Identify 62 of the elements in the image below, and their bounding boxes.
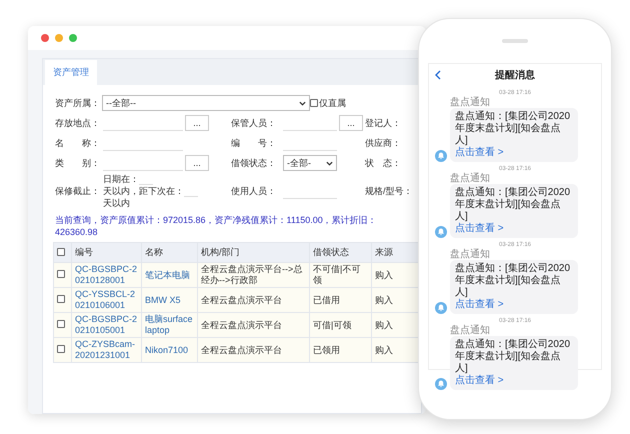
field-label: 资产所属： <box>55 96 100 110</box>
field-label: 登记人： <box>365 116 402 130</box>
message-text: 盘点通知：[集团公司2020年度末盘计划][知会盘点人] <box>455 187 572 222</box>
field-label: 规格/型号： <box>365 184 414 198</box>
field-label: 日期在： <box>103 173 139 185</box>
field-label: 保管人员： <box>231 116 277 130</box>
checkbox[interactable] <box>57 320 65 328</box>
sender-name: 盘点通知 <box>450 249 491 260</box>
table-link[interactable]: QC-ZYSBcam-20201231001 <box>72 338 142 362</box>
field-label: 借领状态： <box>231 156 277 170</box>
field-label: 类 别： <box>55 156 101 170</box>
checkbox[interactable] <box>57 270 65 278</box>
minimize-dot-icon[interactable] <box>55 34 63 42</box>
summary-text: 当前查询，资产原值累计：972015.86，资产净残值累计：11150.00，累计折旧：426360.98 <box>54 214 378 239</box>
field-label: 保修截止： <box>55 184 101 198</box>
column-header: 机构/部门 <box>198 242 310 262</box>
table-cell: 全程云盘点演示平台 <box>198 338 310 362</box>
bell-avatar-icon <box>435 150 447 162</box>
checkbox[interactable] <box>57 344 65 352</box>
view-link[interactable]: 点击查看 > <box>455 147 573 159</box>
message-text: 盘点通知：[集团公司2020年度末盘计划][知会盘点人] <box>455 339 572 374</box>
browse-button[interactable]: ... <box>185 115 209 131</box>
table-link[interactable]: Nikon7100 <box>142 338 198 362</box>
close-dot-icon[interactable] <box>41 34 49 42</box>
select-field[interactable]: -全部- <box>283 155 337 171</box>
field-label: 天以内，距下次在： <box>103 185 184 197</box>
view-link[interactable]: 点击查看 > <box>455 299 573 311</box>
column-header: 借领状态 <box>310 242 372 262</box>
select-field[interactable]: --全部-- <box>102 95 310 111</box>
sender-name: 盘点通知 <box>450 97 491 108</box>
back-icon[interactable] <box>435 70 441 80</box>
bell-avatar-icon <box>435 378 447 390</box>
message-text: 盘点通知：[集团公司2020年度末盘计划][知会盘点人] <box>455 263 572 298</box>
field-label: 存放地点： <box>55 116 101 130</box>
sender-name: 盘点通知 <box>450 325 491 336</box>
screen-title: 提醒消息 <box>494 68 536 82</box>
checkbox[interactable] <box>310 99 318 107</box>
bell-avatar-icon <box>435 302 447 314</box>
field-label: 使用人员： <box>231 184 277 198</box>
browse-button[interactable]: ... <box>185 155 209 171</box>
column-header: 编号 <box>72 242 142 262</box>
view-link[interactable]: 点击查看 > <box>455 375 573 387</box>
tab[interactable]: 资产管理 <box>45 60 97 85</box>
field-label: 编 号： <box>231 136 277 150</box>
chevron-down-icon <box>299 100 306 106</box>
table-cell: 已领用 <box>310 338 372 362</box>
field-label: 供应商： <box>365 136 402 150</box>
checkbox[interactable] <box>57 294 65 302</box>
chevron-down-icon <box>326 160 333 166</box>
view-link[interactable]: 点击查看 > <box>455 223 573 235</box>
field-label: 天以内 <box>103 197 130 209</box>
field-label: 状 态： <box>365 156 402 170</box>
column-header: 来源 <box>372 242 420 262</box>
column-header: 名称 <box>142 242 198 262</box>
maximize-dot-icon[interactable] <box>69 34 77 42</box>
bell-avatar-icon <box>435 226 447 238</box>
field-label: 名 称： <box>55 136 101 150</box>
browse-button[interactable]: ... <box>339 115 363 131</box>
checkbox[interactable] <box>57 248 65 256</box>
checkbox-label: 仅直属 <box>319 96 346 110</box>
sender-name: 盘点通知 <box>450 173 491 184</box>
message-text: 盘点通知：[集团公司2020年度末盘计划][知会盘点人] <box>455 111 572 146</box>
